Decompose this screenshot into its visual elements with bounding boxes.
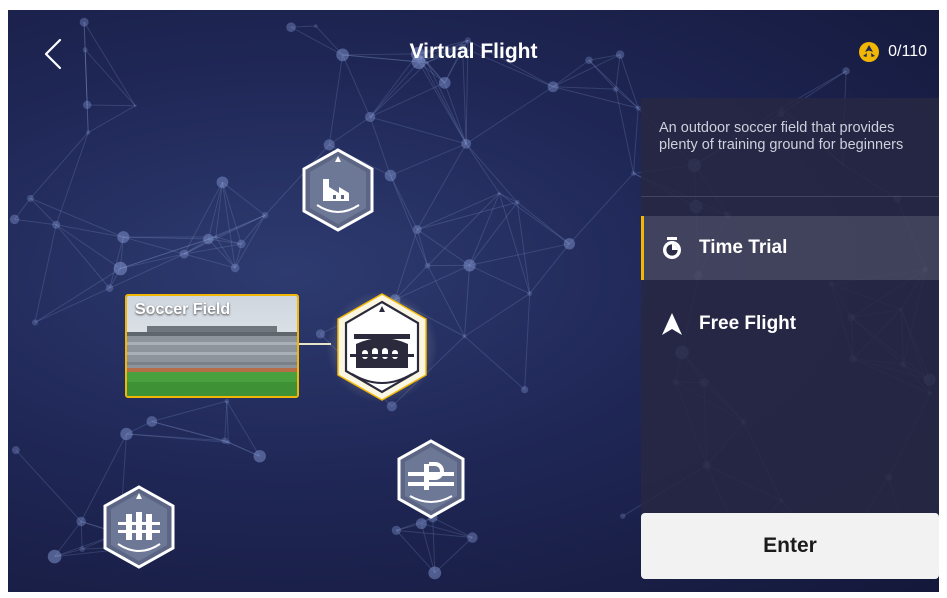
navigation-arrow-icon (659, 311, 685, 337)
virtual-flight-screen: Virtual Flight 0/110 Soccer Field An out… (8, 10, 939, 592)
mode-time-trial[interactable]: Time Trial (641, 216, 939, 280)
stadium-badge[interactable] (326, 288, 438, 406)
parking-badge[interactable] (394, 438, 468, 520)
parking-icon (397, 439, 465, 519)
drone-icon (859, 42, 880, 62)
skycity-badge[interactable] (100, 484, 178, 570)
mode-label: Free Flight (699, 313, 797, 334)
location-description: An outdoor soccer field that provides pl… (659, 120, 904, 153)
soccer-field-preview[interactable]: Soccer Field (125, 294, 299, 398)
page-title: Virtual Flight (409, 40, 538, 63)
skycity-icon (103, 485, 175, 569)
enter-button[interactable]: Enter (641, 513, 939, 579)
drone-counter: 0/110 (858, 41, 927, 63)
counter-text: 0/110 (888, 43, 927, 60)
panel-divider (641, 196, 939, 197)
preview-label: Soccer Field (135, 301, 231, 318)
factory-badge[interactable] (299, 147, 377, 233)
factory-icon (302, 148, 374, 232)
mode-label: Time Trial (699, 237, 788, 258)
mode-panel: An outdoor soccer field that provides pl… (641, 98, 939, 514)
stopwatch-icon (659, 235, 685, 261)
mode-free-flight[interactable]: Free Flight (641, 292, 939, 356)
stadium-icon (326, 291, 438, 403)
preview-connector-line (299, 343, 331, 345)
